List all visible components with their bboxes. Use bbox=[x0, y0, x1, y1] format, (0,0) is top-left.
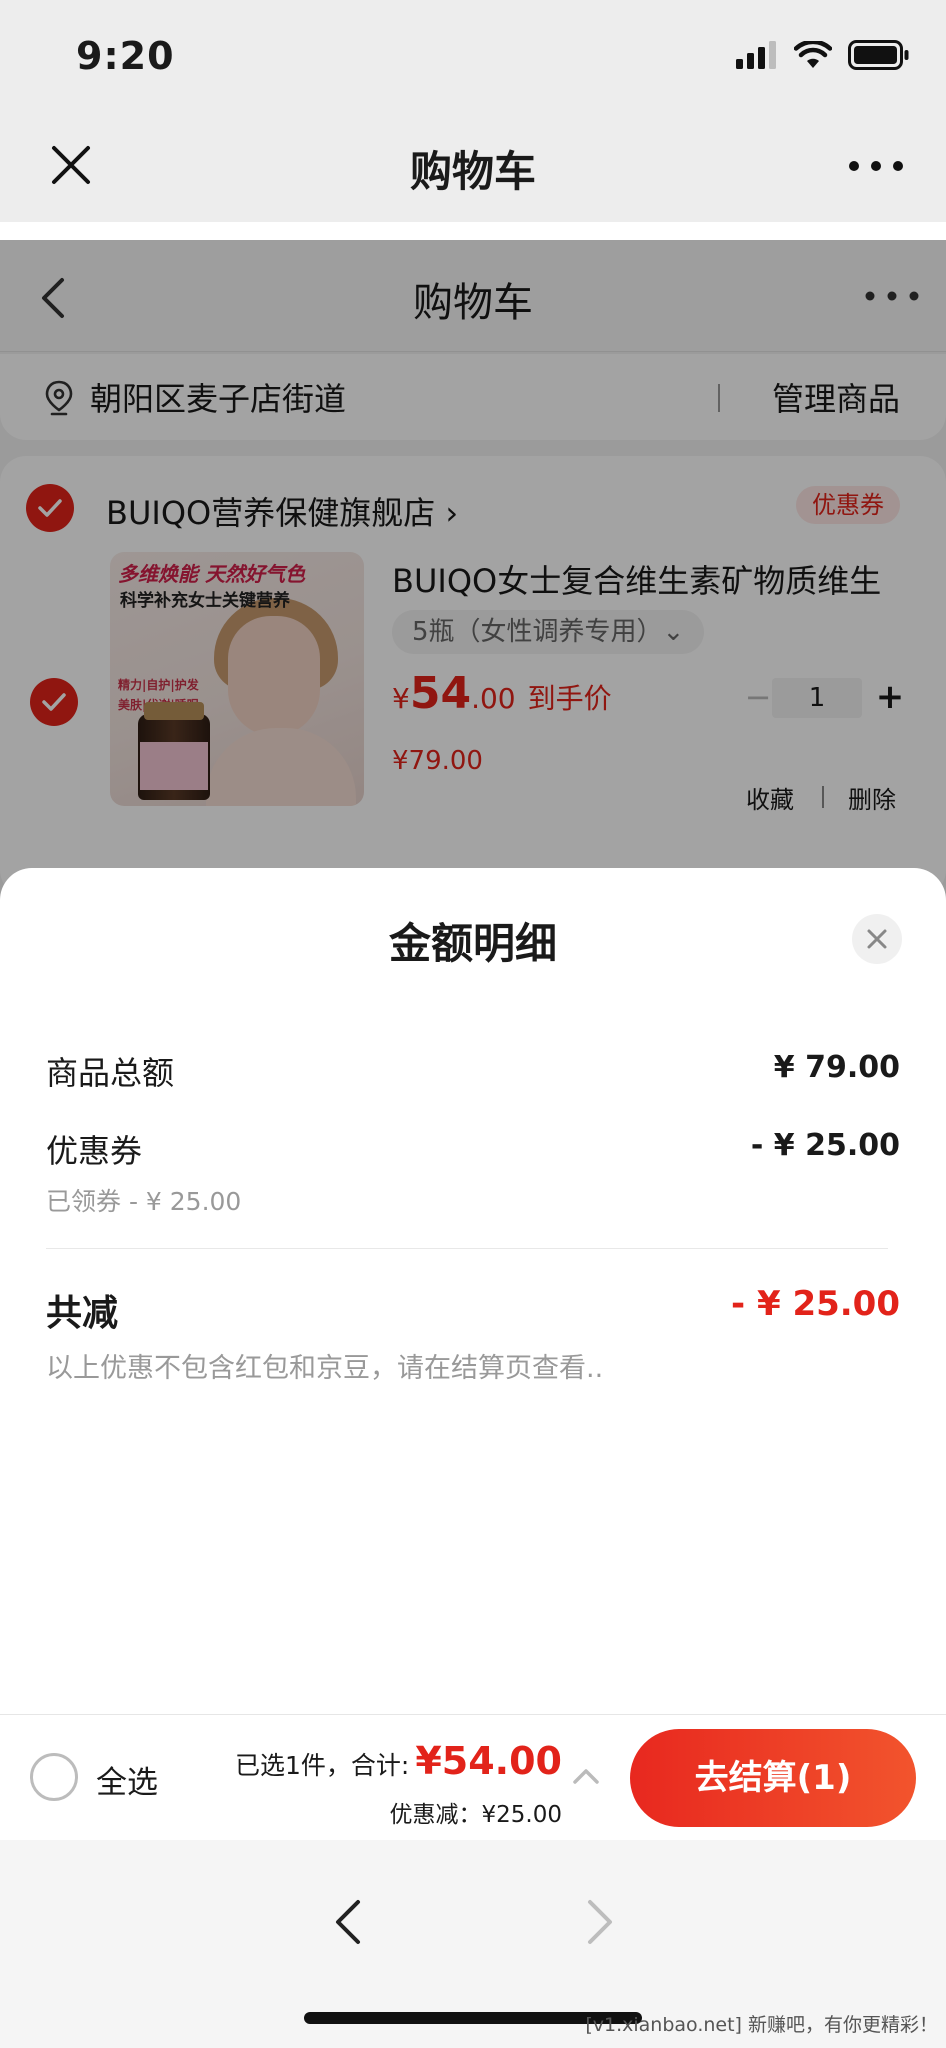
wechat-page-title: 购物车 bbox=[409, 147, 536, 196]
chevron-up-icon[interactable] bbox=[572, 1767, 600, 1785]
subtotal-value: ¥ 79.00 bbox=[773, 1050, 900, 1085]
discount-summary: 优惠减：¥25.00 bbox=[389, 1802, 562, 1828]
more-icon[interactable] bbox=[846, 154, 906, 178]
sheet-close-button[interactable] bbox=[852, 914, 902, 964]
nav-forward-icon[interactable] bbox=[586, 1898, 614, 1946]
subtotal-label: 商品总额 bbox=[46, 1054, 175, 1092]
status-bar: 9:20 bbox=[0, 0, 946, 110]
watermark-text: [v1.xianbao.net] 新赚吧，有你更精彩！ bbox=[585, 2014, 938, 2036]
coupon-value: - ¥ 25.00 bbox=[750, 1128, 900, 1163]
status-icons bbox=[736, 40, 910, 70]
browser-nav-bar: [v1.xianbao.net] 新赚吧，有你更精彩！ bbox=[0, 1840, 946, 2048]
status-time: 9:20 bbox=[76, 34, 175, 78]
sheet-divider bbox=[46, 1248, 888, 1249]
coupon-label: 优惠券 bbox=[46, 1132, 143, 1170]
page-top-strip bbox=[0, 222, 946, 240]
total-discount-value: - ¥ 25.00 bbox=[731, 1284, 900, 1324]
sheet-title: 金额明细 bbox=[388, 919, 557, 968]
cellular-signal-icon bbox=[736, 41, 776, 69]
amount-detail-sheet: 金额明细 商品总额 ¥ 79.00 优惠券 - ¥ 25.00 已领券 - ¥ … bbox=[0, 868, 946, 1714]
select-all-label[interactable]: 全选 bbox=[96, 1757, 158, 1802]
close-icon bbox=[867, 929, 887, 949]
coupon-detail: 已领券 - ¥ 25.00 bbox=[46, 1187, 242, 1216]
discount-note: 以上优惠不包含红包和京豆，请在结算页查看.. bbox=[46, 1353, 604, 1384]
checkout-bar: 全选 已选1件，合计: ¥54.00 优惠减：¥25.00 去结算(1) bbox=[0, 1714, 946, 1840]
battery-icon bbox=[848, 40, 909, 70]
total-amount: ¥54.00 bbox=[415, 1739, 562, 1783]
select-all-radio[interactable] bbox=[30, 1753, 78, 1801]
total-discount-label: 共减 bbox=[46, 1293, 119, 1334]
nav-back-icon[interactable] bbox=[334, 1898, 362, 1946]
wifi-icon bbox=[794, 41, 832, 68]
wechat-nav-bar: 购物车 bbox=[0, 110, 946, 222]
total-summary: 已选1件，合计: ¥54.00 bbox=[235, 1739, 562, 1783]
checkout-button[interactable]: 去结算(1) bbox=[630, 1729, 916, 1827]
summary-text: 已选1件，合计: bbox=[235, 1751, 410, 1780]
